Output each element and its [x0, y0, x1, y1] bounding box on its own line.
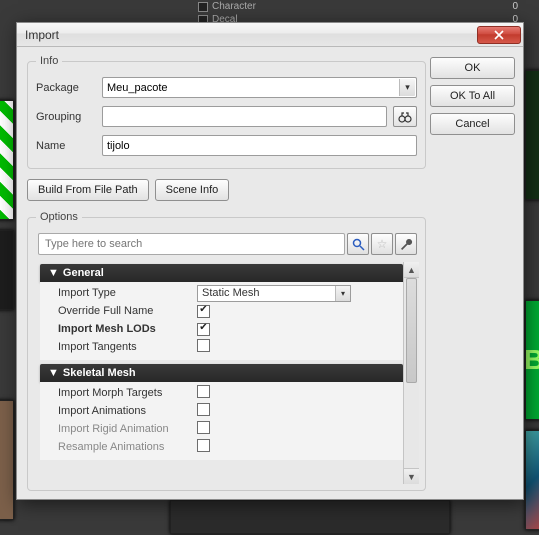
- property-label: Import Animations: [40, 405, 195, 417]
- property-label: Import Morph Targets: [40, 387, 195, 399]
- property-row: Import Rigid Animation: [40, 420, 403, 438]
- property-checkbox[interactable]: [197, 403, 210, 416]
- property-value: [195, 304, 403, 318]
- group-title: Skeletal Mesh: [63, 367, 136, 379]
- property-row: Import Type Static Mesh ▾: [40, 284, 403, 302]
- property-label: Import Mesh LODs: [40, 323, 195, 335]
- name-label: Name: [36, 140, 96, 152]
- scroll-up-arrow[interactable]: ▲: [404, 262, 419, 278]
- scene-info-button[interactable]: Scene Info: [155, 179, 230, 201]
- property-label: Override Full Name: [40, 305, 195, 317]
- combo-value: Static Mesh: [202, 287, 259, 299]
- chevron-down-icon[interactable]: ▾: [335, 286, 350, 301]
- import-dialog: Import Info Package ▾ Grouping: [16, 22, 524, 500]
- options-search-input[interactable]: [38, 233, 345, 255]
- property-label: Import Rigid Animation: [40, 423, 195, 435]
- property-checkbox[interactable]: [197, 439, 210, 452]
- property-value: Static Mesh ▾: [195, 285, 403, 302]
- property-row: Import Tangents: [40, 338, 403, 356]
- browse-group-button[interactable]: [393, 106, 417, 127]
- info-fieldset: Info Package ▾ Grouping: [27, 55, 426, 169]
- scroll-down-arrow[interactable]: ▼: [404, 468, 419, 484]
- property-checkbox[interactable]: [197, 385, 210, 398]
- chevron-down-icon: ▼: [48, 367, 59, 379]
- ok-button[interactable]: OK: [430, 57, 515, 79]
- binoculars-icon: [398, 111, 412, 123]
- property-label: Import Type: [40, 287, 195, 299]
- bg-check-row: Character 0: [198, 0, 518, 13]
- checkbox-icon: [198, 2, 208, 12]
- property-value: [195, 439, 403, 455]
- options-fieldset: Options ☆ ▼GeneralImport TypeStat: [27, 211, 426, 491]
- property-row: Import Animations: [40, 402, 403, 420]
- options-vertical-scrollbar[interactable]: ▲ ▼: [403, 262, 419, 484]
- property-row: Import Morph Targets: [40, 384, 403, 402]
- build-from-file-path-button[interactable]: Build From File Path: [27, 179, 149, 201]
- name-input[interactable]: [102, 135, 417, 156]
- property-checkbox[interactable]: [197, 339, 210, 352]
- property-checkbox[interactable]: [197, 323, 210, 336]
- window-close-button[interactable]: [477, 26, 521, 44]
- property-checkbox[interactable]: [197, 421, 210, 434]
- star-icon: ☆: [377, 237, 388, 251]
- property-value: [195, 421, 403, 437]
- search-button[interactable]: [347, 233, 369, 255]
- property-checkbox[interactable]: [197, 305, 210, 318]
- property-value: [195, 385, 403, 401]
- settings-tools-button[interactable]: [395, 233, 417, 255]
- property-label: Import Tangents: [40, 341, 195, 353]
- info-legend: Info: [36, 55, 62, 67]
- property-value: [195, 339, 403, 355]
- grouping-input[interactable]: [102, 106, 387, 127]
- property-value: [195, 403, 403, 419]
- group-title: General: [63, 267, 104, 279]
- scrollbar-thumb[interactable]: [406, 278, 417, 383]
- bg-check-label: Character: [212, 1, 256, 12]
- property-row: Import Mesh LODs: [40, 320, 403, 338]
- chevron-down-icon[interactable]: ▾: [399, 79, 415, 96]
- package-input[interactable]: [102, 77, 417, 98]
- grouping-label: Grouping: [36, 111, 96, 123]
- package-label: Package: [36, 82, 96, 94]
- package-combo[interactable]: ▾: [102, 77, 417, 98]
- search-icon: [352, 238, 365, 251]
- ok-to-all-button[interactable]: OK To All: [430, 85, 515, 107]
- wrench-icon: [400, 238, 413, 251]
- options-scroll-area: ▼ General Import Type Static Mesh ▾ Override …: [36, 262, 419, 484]
- property-grid: Import Type Static Mesh ▾ Override Full Nam…: [40, 282, 403, 360]
- property-grid: Import Morph Targets Import Animations Imp…: [40, 382, 403, 460]
- chevron-down-icon: ▼: [48, 267, 59, 279]
- property-value: [195, 322, 403, 336]
- cancel-button[interactable]: Cancel: [430, 113, 515, 135]
- titlebar[interactable]: Import: [17, 23, 523, 47]
- close-icon: [494, 30, 504, 40]
- window-title: Import: [25, 28, 59, 42]
- bg-count: 0: [512, 1, 518, 12]
- import-type-combo[interactable]: Static Mesh ▾: [197, 285, 351, 302]
- property-row: Override Full Name: [40, 302, 403, 320]
- options-legend: Options: [36, 211, 82, 223]
- property-label: Resample Animations: [40, 441, 195, 453]
- group-header[interactable]: ▼ Skeletal Mesh: [40, 364, 403, 382]
- favorite-button[interactable]: ☆: [371, 233, 393, 255]
- property-row: Resample Animations: [40, 438, 403, 456]
- group-header[interactable]: ▼ General: [40, 264, 403, 282]
